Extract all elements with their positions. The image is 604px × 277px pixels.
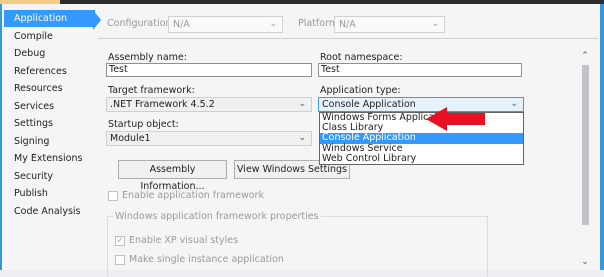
startup-object-label: Startup object: (108, 119, 179, 130)
sidebar-item-publish[interactable]: Publish (2, 185, 94, 202)
target-framework-label: Target framework: (108, 85, 195, 96)
vertical-scrollbar[interactable]: ⌃ ⌄ (579, 50, 591, 270)
property-sidebar: Application Compile Debug References Res… (2, 4, 101, 270)
scroll-up-icon[interactable]: ⌃ (579, 50, 591, 62)
configuration-label: Configuration: (107, 18, 175, 29)
startup-object-combo[interactable]: Module1 ⌄ (106, 131, 312, 146)
sidebar-item-my-extensions[interactable]: My Extensions (2, 150, 94, 167)
enable-framework-checkbox[interactable] (108, 191, 118, 201)
enable-xp-label: Enable XP visual styles (129, 235, 239, 246)
application-type-value: Console Application (322, 99, 416, 110)
chevron-down-icon: ⌄ (269, 19, 277, 29)
sidebar-item-label: Compile (14, 31, 53, 42)
sidebar-item-label: Services (14, 101, 55, 112)
sidebar-item-label: Application (14, 13, 68, 24)
single-instance-label: Make single instance application (129, 254, 284, 265)
sidebar-item-debug[interactable]: Debug (2, 45, 94, 62)
enable-xp-checkbox[interactable]: ✓ (115, 236, 125, 246)
sidebar-item-resources[interactable]: Resources (2, 80, 94, 97)
sidebar-item-label: My Extensions (14, 153, 83, 164)
application-type-combo[interactable]: Console Application ⌄ (318, 97, 524, 112)
windows-framework-group (107, 216, 488, 277)
enable-framework-label: Enable application framework (122, 190, 264, 201)
application-type-dropdown: Windows Forms Application Class Library … (319, 112, 524, 165)
target-framework-combo[interactable]: .NET Framework 4.5.2 ⌄ (106, 97, 312, 112)
sidebar-item-signing[interactable]: Signing (2, 133, 94, 150)
sidebar-item-settings[interactable]: Settings (2, 115, 94, 132)
chevron-down-icon: ⌄ (298, 133, 306, 143)
assembly-name-value: Test (109, 64, 128, 75)
sidebar-item-code-analysis[interactable]: Code Analysis (2, 203, 94, 220)
platform-value: N/A (339, 19, 356, 30)
chevron-down-icon: ⌄ (431, 19, 439, 29)
sidebar-item-label: Signing (14, 136, 50, 147)
sidebar-item-label: Debug (14, 48, 46, 59)
scroll-thumb[interactable] (582, 65, 589, 225)
root-namespace-field[interactable]: Test (318, 63, 522, 77)
sidebar-item-security[interactable]: Security (2, 168, 94, 185)
check-icon: ✓ (116, 236, 124, 246)
configuration-combo: N/A ⌄ (168, 16, 283, 33)
assembly-name-field[interactable]: Test (106, 63, 312, 77)
assembly-information-button[interactable]: Assembly Information... (118, 160, 227, 192)
chevron-down-icon: ⌄ (298, 99, 306, 109)
sidebar-item-label: Publish (14, 188, 48, 199)
assembly-name-label: Assembly name: (108, 52, 187, 63)
configuration-value: N/A (173, 19, 190, 30)
sidebar-item-label: Security (14, 171, 54, 182)
platform-combo: N/A ⌄ (334, 16, 445, 33)
window-border-right (600, 4, 604, 270)
annotation-arrow-icon (426, 107, 485, 131)
sidebar-item-references[interactable]: References (2, 63, 94, 80)
sidebar-item-label: Code Analysis (14, 206, 81, 217)
sidebar-item-application[interactable]: Application (4, 10, 95, 27)
scroll-down-icon[interactable]: ⌄ (579, 256, 591, 268)
single-instance-checkbox[interactable] (115, 255, 125, 265)
sidebar-item-services[interactable]: Services (2, 98, 94, 115)
sidebar-item-label: Resources (14, 83, 63, 94)
application-type-label: Application type: (320, 85, 401, 96)
startup-object-value: Module1 (110, 133, 151, 144)
dropdown-option-web-control-library[interactable]: Web Control Library (320, 153, 523, 164)
sidebar-item-label: Settings (14, 118, 53, 129)
group-label: Windows application framework properties (113, 211, 321, 222)
root-namespace-value: Test (321, 64, 340, 75)
sidebar-item-label: References (14, 66, 67, 77)
selection-arrow-icon (93, 10, 101, 30)
chevron-down-icon: ⌄ (510, 99, 518, 109)
root-namespace-label: Root namespace: (320, 52, 403, 63)
config-separator (98, 38, 598, 39)
sidebar-item-compile[interactable]: Compile (2, 28, 94, 45)
arrow-shape (426, 107, 485, 131)
target-framework-value: .NET Framework 4.5.2 (110, 99, 215, 110)
